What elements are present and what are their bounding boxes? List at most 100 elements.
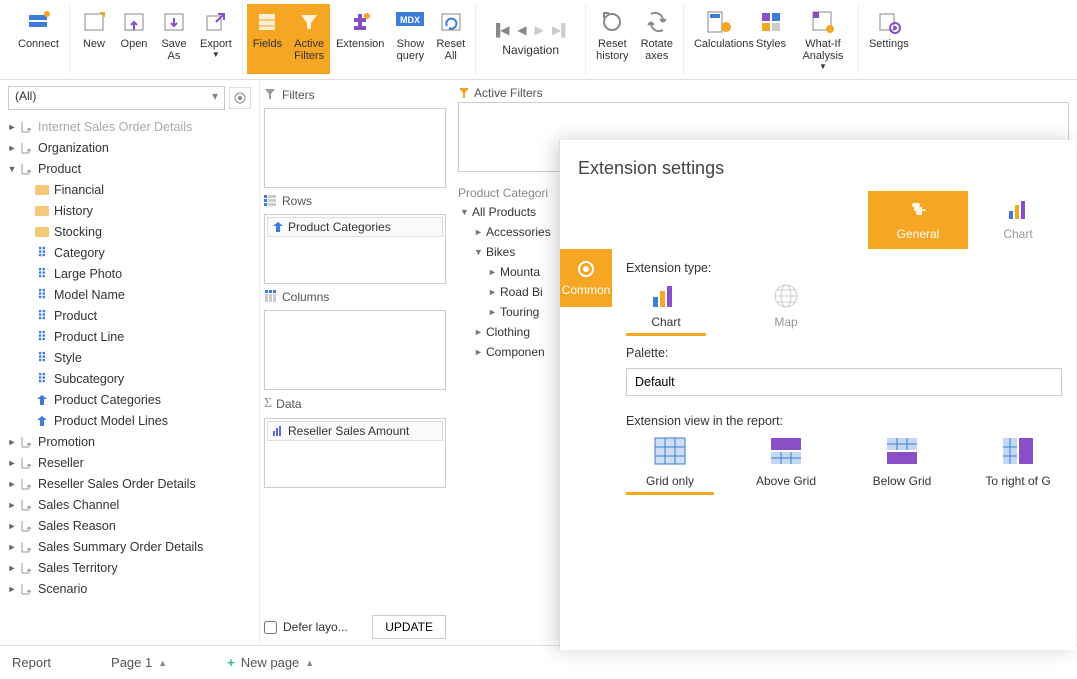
active-filters-button[interactable]: Active Filters xyxy=(288,4,330,74)
open-button[interactable]: Open xyxy=(114,4,154,74)
tree-row[interactable]: Product Categories xyxy=(4,389,255,410)
tree-row[interactable]: ⠿Style xyxy=(4,347,255,368)
tree-row[interactable]: ⠿Product Line xyxy=(4,326,255,347)
fields-button[interactable]: Fields xyxy=(247,4,288,74)
columns-dropzone[interactable] xyxy=(264,310,446,390)
left-sidebar: (All)▾ ►Internet Sales Order Details►Org… xyxy=(0,80,260,645)
extension-button[interactable]: Extension xyxy=(330,4,390,74)
tree-row[interactable]: ►Sales Territory xyxy=(4,557,255,578)
nav-first-icon[interactable]: ▐◀ xyxy=(492,23,510,37)
tree-row[interactable]: ►Reseller xyxy=(4,452,255,473)
new-icon xyxy=(80,8,108,36)
calculations-button[interactable]: Calculations xyxy=(688,4,750,74)
layout-panel: Filters Rows Product Categories Columns … xyxy=(260,80,450,645)
rows-icon xyxy=(264,194,278,208)
ext-type-map[interactable]: Map xyxy=(746,283,826,336)
view-right-grid[interactable]: To right of G xyxy=(974,436,1062,495)
fields-icon xyxy=(253,8,281,36)
export-button[interactable]: Export▼ xyxy=(194,4,238,74)
save-icon xyxy=(160,8,188,36)
new-button[interactable]: New xyxy=(74,4,114,74)
tree-row[interactable]: ►Internet Sales Order Details xyxy=(4,116,255,137)
tree-row[interactable]: ►Sales Summary Order Details xyxy=(4,536,255,557)
mdx-icon: MDX xyxy=(396,8,424,36)
tree-row[interactable]: ►Organization xyxy=(4,137,255,158)
nav-next-icon[interactable]: ▶ xyxy=(535,23,544,37)
side-tab-common[interactable]: Common xyxy=(560,249,612,307)
tree-row[interactable]: ►Sales Channel xyxy=(4,494,255,515)
filter-icon xyxy=(264,88,278,102)
extension-view-label: Extension view in the report: xyxy=(626,414,1062,428)
tree-row[interactable]: ►Promotion xyxy=(4,431,255,452)
what-if-icon xyxy=(809,8,837,36)
tree-row[interactable]: ▼Product xyxy=(4,158,255,179)
open-icon xyxy=(120,8,148,36)
save-as-button[interactable]: Save As xyxy=(154,4,194,74)
tab-general[interactable]: General xyxy=(868,191,968,249)
columns-icon xyxy=(264,290,278,304)
what-if-button[interactable]: What-If Analysis▼ xyxy=(792,4,854,74)
below-grid-icon xyxy=(885,436,919,466)
view-above-grid[interactable]: Above Grid xyxy=(742,436,830,495)
extension-icon xyxy=(346,8,374,36)
connect-button[interactable]: Connect xyxy=(12,4,65,74)
palette-input[interactable] xyxy=(626,368,1062,396)
rotate-icon xyxy=(643,8,671,36)
tree-row[interactable]: ►Sales Reason xyxy=(4,515,255,536)
settings-button[interactable]: Settings xyxy=(863,4,915,74)
nav-last-icon[interactable]: ▶▌ xyxy=(552,23,570,37)
defer-layout-checkbox[interactable] xyxy=(264,621,277,634)
tree-row[interactable]: ⠿Model Name xyxy=(4,284,255,305)
rows-dropzone[interactable]: Product Categories xyxy=(264,214,446,284)
right-grid-icon xyxy=(1001,436,1035,466)
rows-chip[interactable]: Product Categories xyxy=(267,217,443,237)
tree-row[interactable]: Financial xyxy=(4,179,255,200)
tree-row[interactable]: ⠿Category xyxy=(4,242,255,263)
grid-icon xyxy=(653,436,687,466)
show-query-button[interactable]: MDXShow query xyxy=(390,4,430,74)
view-below-grid[interactable]: Below Grid xyxy=(858,436,946,495)
tree-row[interactable]: History xyxy=(4,200,255,221)
tab-chart[interactable]: Chart xyxy=(968,191,1068,249)
data-chip[interactable]: Reseller Sales Amount xyxy=(267,421,443,441)
page-tab[interactable]: Page 1▲ xyxy=(111,655,167,670)
reset-all-button[interactable]: Reset All xyxy=(430,4,471,74)
data-dropzone[interactable]: Reseller Sales Amount xyxy=(264,418,446,488)
sigma-icon: Σ xyxy=(264,396,272,412)
calc-icon xyxy=(705,8,733,36)
filters-dropzone[interactable] xyxy=(264,108,446,188)
tree-row[interactable]: Stocking xyxy=(4,221,255,242)
export-icon xyxy=(202,8,230,36)
palette-label: Palette: xyxy=(626,346,1062,360)
footer-bar: Report Page 1▲ +New page▲ xyxy=(0,645,1077,679)
tree-row[interactable]: ►Scenario xyxy=(4,578,255,599)
nav-prev-icon[interactable]: ◀ xyxy=(517,23,526,37)
report-tab[interactable]: Report xyxy=(12,655,51,670)
extension-settings-panel: Extension settings General Chart Common … xyxy=(559,140,1076,650)
styles-button[interactable]: Styles xyxy=(750,4,792,74)
tree-row[interactable]: ⠿Subcategory xyxy=(4,368,255,389)
fields-tree[interactable]: ►Internet Sales Order Details►Organizati… xyxy=(0,116,259,645)
styles-icon xyxy=(757,8,785,36)
rotate-axes-button[interactable]: Rotate axes xyxy=(635,4,679,74)
db-icon xyxy=(24,8,52,36)
columns-label: Columns xyxy=(282,290,329,304)
reset-history-button[interactable]: Reset history xyxy=(590,4,634,74)
ext-type-chart[interactable]: Chart xyxy=(626,283,706,336)
active-filters-label: Active Filters xyxy=(474,86,543,100)
update-button[interactable]: UPDATE xyxy=(372,615,446,639)
tree-row[interactable]: ►Reseller Sales Order Details xyxy=(4,473,255,494)
tree-row[interactable]: ⠿Large Photo xyxy=(4,263,255,284)
tree-row[interactable]: Product Model Lines xyxy=(4,410,255,431)
tree-settings-button[interactable] xyxy=(229,87,251,109)
reset-all-icon xyxy=(437,8,465,36)
ribbon: Connect New Open Save As Export▼ Fields … xyxy=(0,0,1077,80)
tree-row[interactable]: ⠿Product xyxy=(4,305,255,326)
filters-label: Filters xyxy=(282,88,315,102)
view-grid-only[interactable]: Grid only xyxy=(626,436,714,495)
dimension-dropdown[interactable]: (All)▾ xyxy=(8,86,225,110)
settings-icon xyxy=(875,8,903,36)
globe-icon xyxy=(773,283,799,309)
reset-history-icon xyxy=(598,8,626,36)
new-page-button[interactable]: +New page▲ xyxy=(227,655,314,670)
